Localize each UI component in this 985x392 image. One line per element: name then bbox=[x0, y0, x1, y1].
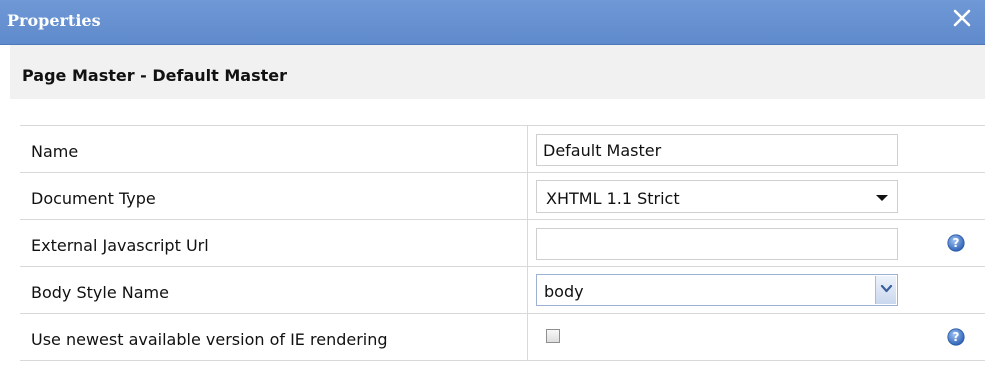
svg-text:?: ? bbox=[953, 236, 960, 250]
chevron-down-icon bbox=[880, 284, 893, 293]
properties-grid: Name Document Type XHTML 1.1 Strict Exte… bbox=[20, 125, 985, 361]
caret-down-icon bbox=[876, 195, 888, 201]
external-js-url-input[interactable] bbox=[536, 228, 898, 260]
properties-dialog: Properties Page Master - Default Master … bbox=[0, 0, 985, 392]
property-value bbox=[529, 126, 985, 172]
property-label: External Javascript Url bbox=[20, 220, 528, 266]
body-style-select[interactable]: body bbox=[536, 274, 898, 306]
svg-text:?: ? bbox=[953, 330, 960, 344]
dialog-title: Properties bbox=[7, 11, 101, 30]
close-icon[interactable] bbox=[951, 7, 973, 29]
name-input[interactable] bbox=[536, 134, 898, 166]
property-value bbox=[529, 314, 985, 360]
property-row-external-js-url: External Javascript Url ? bbox=[20, 220, 985, 267]
property-label: Name bbox=[20, 126, 528, 172]
help-icon[interactable]: ? bbox=[947, 234, 965, 252]
property-label: Document Type bbox=[20, 173, 528, 219]
title-bar: Properties bbox=[0, 0, 985, 45]
document-type-selected: XHTML 1.1 Strict bbox=[546, 189, 680, 208]
property-label: Use newest available version of IE rende… bbox=[20, 314, 528, 360]
property-value: XHTML 1.1 Strict bbox=[529, 173, 985, 219]
property-label: Body Style Name bbox=[20, 267, 528, 313]
property-row-document-type: Document Type XHTML 1.1 Strict bbox=[20, 173, 985, 220]
property-row-name: Name bbox=[20, 126, 985, 173]
property-value: body bbox=[529, 267, 985, 313]
page-header: Page Master - Default Master bbox=[10, 45, 985, 99]
document-type-select[interactable]: XHTML 1.1 Strict bbox=[536, 180, 898, 213]
dropdown-button[interactable] bbox=[875, 276, 896, 304]
body-style-selected: body bbox=[544, 282, 584, 301]
property-row-ie-rendering: Use newest available version of IE rende… bbox=[20, 314, 985, 361]
ie-rendering-checkbox[interactable] bbox=[546, 329, 560, 343]
property-row-body-style-name: Body Style Name body bbox=[20, 267, 985, 314]
property-value bbox=[529, 220, 985, 266]
page-title: Page Master - Default Master bbox=[22, 66, 287, 85]
help-icon[interactable]: ? bbox=[947, 328, 965, 346]
